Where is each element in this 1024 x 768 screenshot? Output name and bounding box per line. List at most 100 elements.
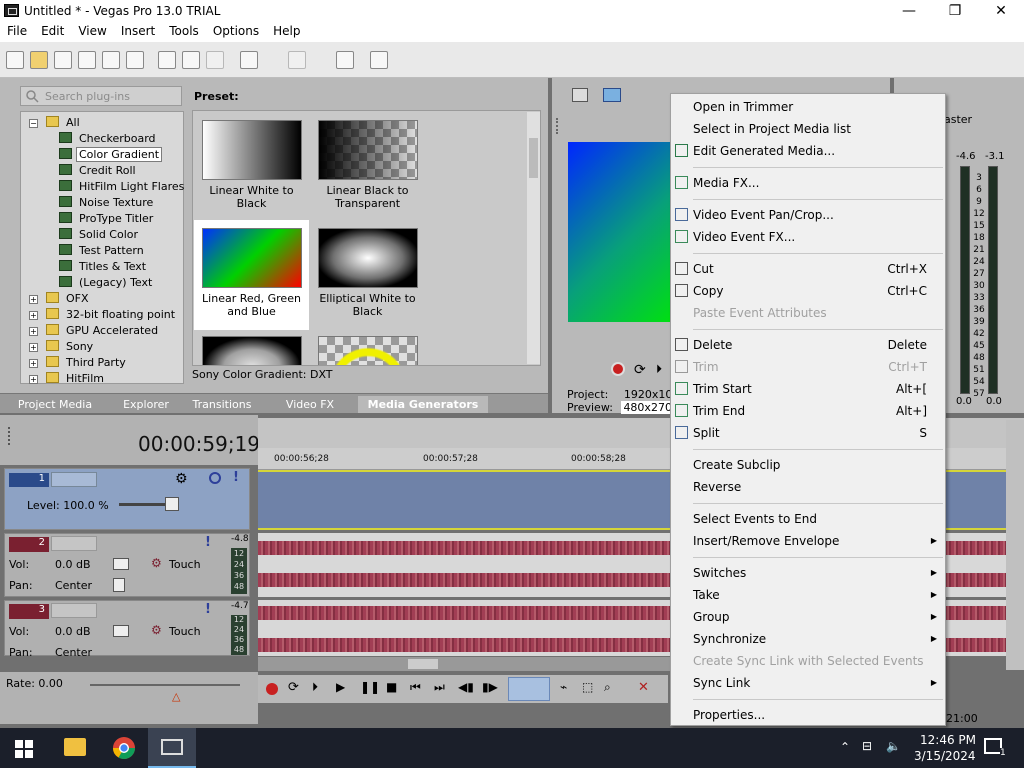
context-menu-item[interactable]: Select Events to End bbox=[671, 508, 945, 530]
tree-item[interactable]: Color Gradient bbox=[59, 147, 163, 164]
tree-item[interactable]: + Sony bbox=[29, 340, 95, 356]
tree-item[interactable]: (Legacy) Text bbox=[59, 276, 154, 292]
tree-item[interactable]: + GPU Accelerated bbox=[29, 324, 160, 340]
clock-time[interactable]: 12:46 PM bbox=[920, 733, 976, 747]
context-menu-item[interactable]: Synchronize ▶ bbox=[671, 628, 945, 650]
dock-tab[interactable]: Video FX bbox=[262, 396, 358, 413]
context-menu-item[interactable]: Trim Start Alt+[ bbox=[671, 378, 945, 400]
tree-item[interactable]: ProType Titler bbox=[59, 212, 155, 228]
tree-item[interactable]: Solid Color bbox=[59, 228, 140, 244]
selection-tool-icon[interactable]: ⬚ bbox=[582, 680, 593, 694]
track-name-field[interactable] bbox=[51, 472, 97, 487]
expand-toggle-icon[interactable]: + bbox=[29, 375, 38, 384]
zoom-tool-icon[interactable]: ⌕ bbox=[604, 680, 611, 695]
video-track-header[interactable]: 1 ⚙ ! Level: 100.0 % bbox=[4, 468, 250, 530]
automation-gear-icon[interactable]: ⚙ bbox=[151, 556, 162, 570]
context-menu-item[interactable]: Copy Ctrl+C bbox=[671, 280, 945, 302]
close-button[interactable]: ✕ bbox=[978, 0, 1024, 22]
paste-icon[interactable] bbox=[206, 51, 224, 69]
preset-scrollbar[interactable] bbox=[527, 112, 540, 364]
dock-tab[interactable]: Project Media bbox=[0, 396, 110, 413]
automation-gear-icon[interactable]: ⚙ bbox=[151, 623, 162, 637]
preset-item[interactable] bbox=[194, 328, 309, 365]
pan-slider-thumb[interactable] bbox=[113, 578, 125, 592]
touch-mode[interactable]: Touch bbox=[169, 625, 201, 638]
preset-item[interactable]: Elliptical White to Black bbox=[310, 220, 425, 330]
tree-item[interactable]: Checkerboard bbox=[59, 132, 158, 148]
dock-tab[interactable]: Media Generators bbox=[358, 396, 488, 413]
context-menu-item[interactable]: Trim End Alt+] bbox=[671, 400, 945, 422]
new-project-icon[interactable] bbox=[6, 51, 24, 69]
previous-frame-icon[interactable]: ◀▮ bbox=[458, 680, 474, 694]
tree-item[interactable]: HitFilm Light Flares bbox=[59, 180, 186, 196]
context-menu-item[interactable]: Edit Generated Media... bbox=[671, 140, 945, 162]
chrome-icon[interactable] bbox=[112, 736, 136, 760]
audio-track-2-header[interactable]: 2 ! Vol: 0.0 dB ⚙ Touch Pan: Center -4.8… bbox=[4, 533, 250, 597]
go-to-start-icon[interactable]: ⏮ bbox=[410, 680, 421, 695]
context-menu-item[interactable]: Sync Link ▶ bbox=[671, 672, 945, 694]
tree-item[interactable]: +32-bit floating point bbox=[29, 308, 177, 324]
menu-view[interactable]: View bbox=[71, 22, 113, 38]
context-menu-item[interactable]: Switches ▶ bbox=[671, 562, 945, 584]
track-name-field[interactable] bbox=[51, 603, 97, 618]
track-fx-icon[interactable]: ⚙ bbox=[175, 471, 188, 487]
solo-icon[interactable]: ! bbox=[205, 602, 211, 617]
tree-item[interactable]: Credit Roll bbox=[59, 164, 138, 180]
context-menu-item[interactable]: Media FX... bbox=[671, 172, 945, 194]
preset-item[interactable]: Linear Black to Transparent bbox=[310, 112, 425, 222]
context-menu-item[interactable]: Select in Project Media list bbox=[671, 118, 945, 140]
tray-chevron-icon[interactable]: ⌃ bbox=[840, 740, 850, 754]
cut-icon[interactable] bbox=[158, 51, 176, 69]
context-menu-item[interactable]: Video Event FX... bbox=[671, 226, 945, 248]
tree-item[interactable]: Titles & Text bbox=[59, 260, 148, 276]
whats-this-help-icon[interactable] bbox=[370, 51, 388, 69]
loop-icon[interactable]: ⟳ bbox=[634, 362, 646, 378]
expand-toggle-icon[interactable]: + bbox=[29, 359, 38, 368]
menu-file[interactable]: File bbox=[0, 22, 34, 38]
network-icon[interactable]: ⊟ bbox=[862, 739, 872, 753]
save-icon[interactable] bbox=[54, 51, 72, 69]
preset-item[interactable]: Linear White to Black bbox=[194, 112, 309, 222]
menu-help[interactable]: Help bbox=[266, 22, 307, 38]
context-menu-item[interactable]: Video Event Pan/Crop... bbox=[671, 204, 945, 226]
audio-track-3-header[interactable]: 3 ! Vol: 0.0 dB ⚙ Touch Pan: Center -4.7… bbox=[4, 600, 250, 659]
stop-icon[interactable]: ■ bbox=[386, 680, 397, 694]
context-menu-item[interactable]: Take ▶ bbox=[671, 584, 945, 606]
tree-item[interactable]: − All bbox=[29, 116, 82, 132]
timeline-hscroll[interactable] bbox=[258, 657, 670, 671]
record-icon[interactable] bbox=[611, 362, 625, 376]
expand-toggle-icon[interactable]: + bbox=[29, 311, 38, 320]
preview-properties-icon[interactable] bbox=[572, 88, 588, 102]
level-slider-thumb[interactable] bbox=[165, 497, 179, 511]
context-menu-item[interactable]: Split S bbox=[671, 422, 945, 444]
pause-icon[interactable]: ❚❚ bbox=[360, 680, 380, 694]
delete-icon[interactable]: ✕ bbox=[638, 680, 649, 695]
menu-tools[interactable]: Tools bbox=[162, 22, 206, 38]
context-menu-item[interactable]: Open in Trimmer bbox=[671, 96, 945, 118]
vol-slider-thumb[interactable] bbox=[113, 558, 129, 570]
file-explorer-icon[interactable] bbox=[64, 738, 86, 756]
timeline-dock-grip[interactable] bbox=[8, 427, 14, 445]
menu-options[interactable]: Options bbox=[206, 22, 266, 38]
windows-start-icon[interactable] bbox=[15, 740, 33, 758]
vegas-taskbar-button[interactable] bbox=[148, 728, 196, 768]
preview-dock-grip[interactable] bbox=[556, 118, 564, 134]
minimize-button[interactable]: — bbox=[886, 0, 932, 22]
mute-icon[interactable] bbox=[209, 472, 221, 484]
next-frame-icon[interactable]: ▮▶ bbox=[482, 680, 498, 694]
enable-snapping-icon[interactable] bbox=[336, 51, 354, 69]
normal-edit-tool[interactable] bbox=[508, 677, 550, 701]
timeline-vscroll[interactable] bbox=[1006, 420, 1024, 670]
tree-item[interactable]: + Third Party bbox=[29, 356, 128, 372]
vol-slider-thumb[interactable] bbox=[113, 625, 129, 637]
track-name-field[interactable] bbox=[51, 536, 97, 551]
expand-toggle-icon[interactable]: + bbox=[29, 343, 38, 352]
dock-tab[interactable]: Explorer bbox=[110, 396, 182, 413]
render-as-icon[interactable] bbox=[102, 51, 120, 69]
redo-icon[interactable] bbox=[288, 51, 306, 69]
open-folder-icon[interactable] bbox=[30, 51, 48, 69]
play-from-start-icon[interactable]: ⏵ bbox=[312, 680, 318, 695]
context-menu-item[interactable]: Delete Delete bbox=[671, 334, 945, 356]
volume-icon[interactable]: 🔈 bbox=[886, 739, 901, 753]
play-from-start-icon[interactable]: ⏵ bbox=[656, 362, 662, 377]
